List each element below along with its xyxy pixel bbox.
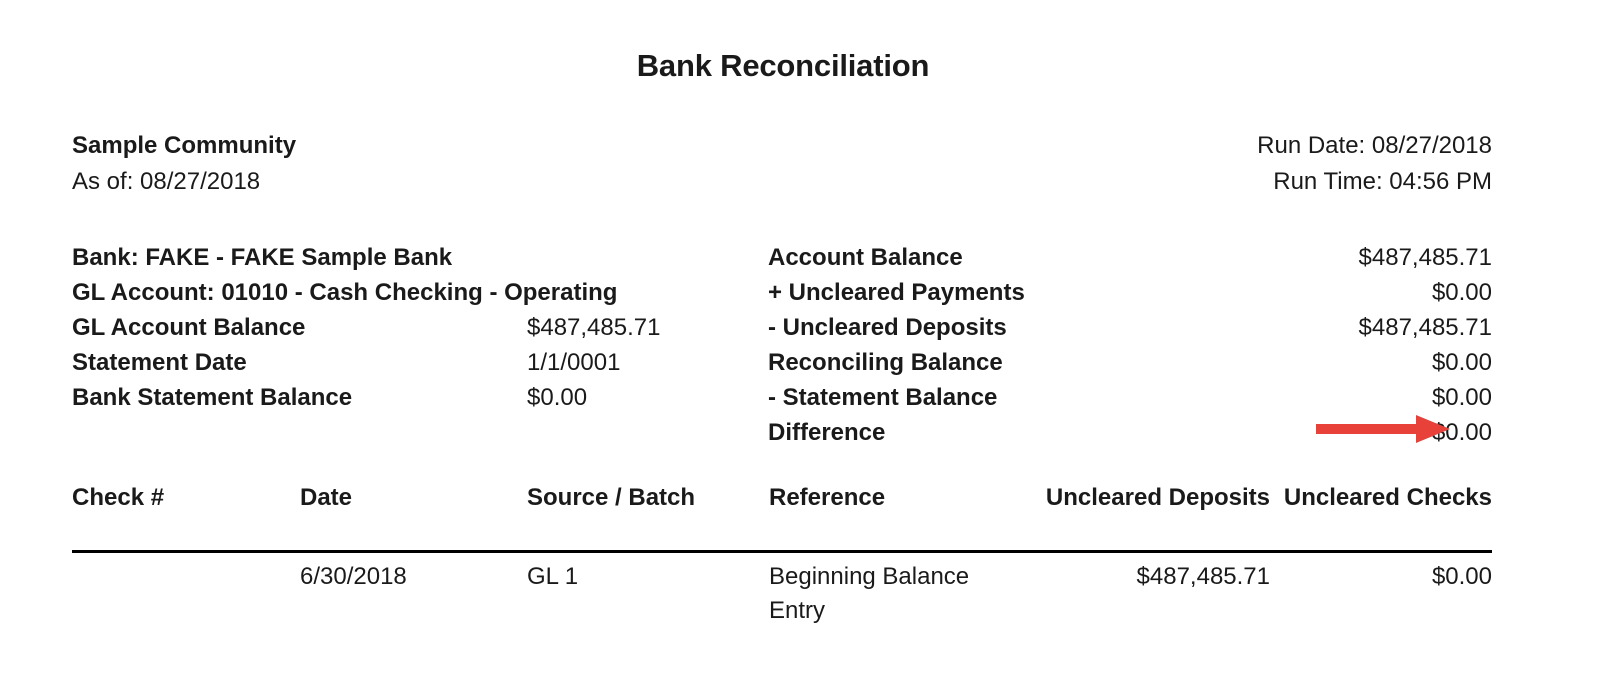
run-date: Run Date: 08/27/2018 [1257,132,1492,159]
column-header-uncleared-checks: Uncleared Checks [1283,484,1492,511]
uncleared-deposits-label: - Uncleared Deposits [768,314,1007,341]
page-title: Bank Reconciliation [636,48,930,83]
summary-left-block: Bank: FAKE - FAKE Sample Bank GL Account… [72,240,732,415]
statement-balance-label: - Statement Balance [768,384,998,411]
uncleared-items-table: Check # Date Source / Batch Reference Un… [72,482,1492,624]
reconciling-balance-value: $0.00 [1431,349,1492,376]
summary-right-row: - Statement Balance $0.00 [768,380,1492,415]
summary-right-block: Account Balance $487,485.71 + Uncleared … [768,240,1492,450]
table-body: 6/30/2018 GL 1 Beginning Balance Entry $… [72,560,1492,624]
uncleared-deposits-value: $487,485.71 [1358,314,1492,341]
column-header-reference: Reference [769,484,886,511]
bank-label: Bank: FAKE - FAKE Sample Bank [72,244,453,271]
gl-account-balance-label: GL Account Balance [72,314,306,341]
cell-reference: Beginning Balance Entry [769,563,970,624]
organization-name: Sample Community [72,132,297,159]
statement-date-value: 1/1/0001 [527,349,621,376]
bank-statement-balance-label: Bank Statement Balance [72,384,353,411]
summary-left-row: GL Account: 01010 - Cash Checking - Oper… [72,275,732,310]
statement-date-label: Statement Date [72,349,247,376]
uncleared-payments-value: $0.00 [1431,279,1492,306]
report-header-left: Sample Community As of: 08/27/2018 [72,128,296,200]
as-of-date: As of: 08/27/2018 [72,168,261,195]
summary-right-row: Account Balance $487,485.71 [768,240,1492,275]
summary-right-row: + Uncleared Payments $0.00 [768,275,1492,310]
cell-date: 6/30/2018 [300,563,407,590]
summary-right-row: Reconciling Balance $0.00 [768,345,1492,380]
table-row: 6/30/2018 GL 1 Beginning Balance Entry $… [72,560,1492,624]
summary-left-row: GL Account Balance $487,485.71 [72,310,732,345]
cell-source-batch: GL 1 [527,563,579,590]
report-header-right: Run Date: 08/27/2018 Run Time: 04:56 PM [1257,128,1492,200]
reconciling-balance-label: Reconciling Balance [768,349,1003,376]
bank-statement-balance-value: $0.00 [527,384,588,411]
cell-uncleared-deposits: $487,485.71 [1136,563,1270,590]
cell-uncleared-checks: $0.00 [1431,563,1492,590]
difference-label: Difference [768,419,886,446]
summary-left-row: Bank: FAKE - FAKE Sample Bank [72,240,732,275]
statement-balance-value: $0.00 [1431,384,1492,411]
summary-right-row: - Uncleared Deposits $487,485.71 [768,310,1492,345]
summary-right-row: Difference $0.00 [768,415,1492,450]
column-header-uncleared-deposits: Uncleared Deposits [1045,484,1270,511]
difference-value: $0.00 [1431,419,1492,446]
run-time: Run Time: 04:56 PM [1273,168,1492,195]
gl-account-balance-value: $487,485.71 [527,314,661,341]
column-header-date: Date [300,484,353,511]
account-balance-value: $487,485.71 [1358,244,1492,271]
table-header-row: Check # Date Source / Batch Reference Un… [72,482,1492,553]
bank-reconciliation-report: Bank Reconciliation Sample Community As … [0,0,1600,689]
gl-account-label: GL Account: 01010 - Cash Checking - Oper… [72,279,618,306]
uncleared-payments-label: + Uncleared Payments [768,279,1025,306]
account-balance-label: Account Balance [768,244,963,271]
column-header-source-batch: Source / Batch [527,484,696,511]
column-header-check: Check # [72,484,165,511]
summary-left-row: Statement Date 1/1/0001 [72,345,732,380]
summary-left-row: Bank Statement Balance $0.00 [72,380,732,415]
table-header-divider [72,550,1492,553]
